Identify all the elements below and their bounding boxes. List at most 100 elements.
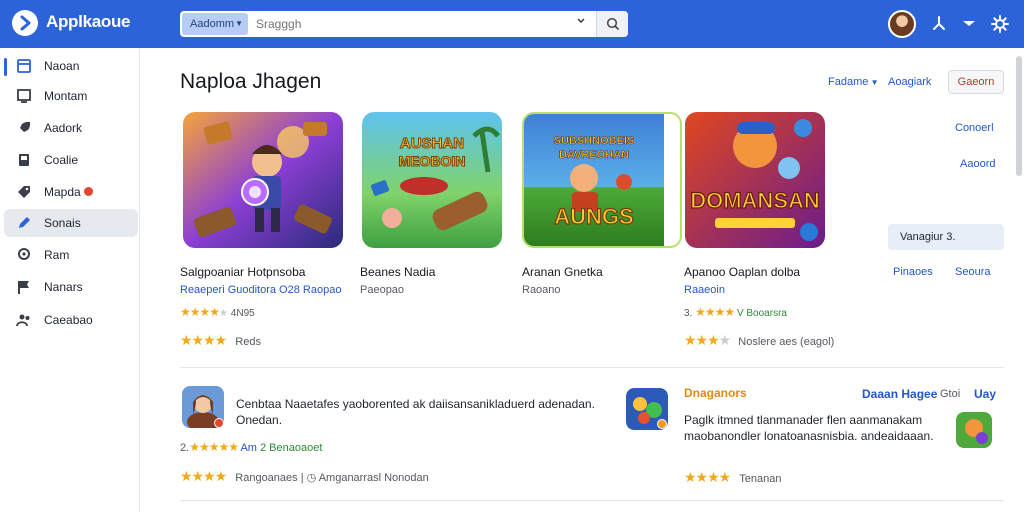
rating-value: 2 Benaoaoet (260, 442, 323, 454)
sidebar: Naoan Montam Aadork Coalie Mapda Sonais … (0, 48, 140, 512)
sidebar-item-label: Montam (44, 89, 88, 103)
store-icon (17, 59, 31, 73)
rating-label: Am (240, 442, 257, 454)
sidebar-item-coalie[interactable]: Coalie (4, 146, 138, 174)
app-name[interactable]: Applkaoue (46, 12, 131, 32)
sidebar-item-label: Coalie (44, 153, 79, 167)
chevron-down-icon: ▼ (235, 19, 243, 28)
side-link-seoura[interactable]: Seoura (955, 266, 990, 278)
app-title[interactable]: Salgpoaniar Hotpnsoba (180, 265, 305, 279)
sidebar-item-label: Aadork (44, 121, 83, 135)
search-icon (606, 17, 620, 31)
list-item-rating: 2.★★★★★ Am 2 Benaoaoet (180, 440, 322, 454)
app-developer[interactable]: Paeopao (360, 284, 404, 296)
top-app-bar: Applkaoue Aadomm ▼ (0, 0, 1024, 48)
version-box[interactable]: Vanagiur 3. (888, 224, 1004, 250)
thumbnail-logo-text: AUSHAN (400, 135, 464, 152)
rocket-icon (19, 121, 31, 133)
scrollbar[interactable] (1016, 56, 1022, 176)
svg-text:SUBSHNOBEIS: SUBSHNOBEIS (554, 135, 635, 147)
star-rating-icon: ★★★★ (180, 332, 227, 348)
rating-text: V Booarsra (736, 308, 787, 319)
svg-text:DAVREOHAN: DAVREOHAN (559, 149, 629, 161)
sidebar-item-naoan[interactable]: Naoan (4, 52, 138, 80)
app-developer[interactable]: Reaeperi Guoditora O28 Raopao (180, 284, 341, 296)
sidebar-item-aadork[interactable]: Aadork (4, 114, 138, 142)
sidebar-item-label: Naoan (44, 59, 80, 73)
app-meta: ★★★★ Noslere aes (eagol) (684, 332, 835, 348)
meta-text: Noslere aes (eagol) (738, 336, 835, 348)
side-link-aaoord[interactable]: Aaoord (960, 158, 995, 170)
sidebar-item-sonais[interactable]: Sonais (4, 209, 138, 237)
star-rating-icon: ★★★★ (684, 469, 731, 485)
sidebar-item-label: Sonais (44, 216, 81, 230)
meta-text: Reds (235, 336, 261, 348)
search-scope-label: Aadomm (190, 18, 235, 30)
sidebar-item-mapda[interactable]: Mapda (4, 178, 138, 206)
people-icon (16, 314, 30, 327)
star-rating-icon: ★★★★ (180, 305, 220, 319)
sidebar-item-label: Caeabao (44, 313, 93, 327)
flag-icon (18, 281, 29, 294)
star-rating-icon: ★★★★★ (189, 440, 239, 454)
app-thumbnail[interactable]: SUBSHNOBEIS DAVREOHAN AUNGS (522, 112, 682, 248)
sort-link[interactable]: Aoagiark (888, 76, 931, 88)
tag-icon (18, 186, 30, 198)
sidebar-item-ram[interactable]: Ram (4, 241, 138, 269)
sidebar-item-caeabao[interactable]: Caeabao (4, 306, 138, 334)
sidebar-item-label: Nanars (44, 280, 83, 294)
footer-text: Rangoanaes (235, 472, 298, 484)
clock-icon: ◷ (306, 472, 317, 484)
active-indicator (4, 58, 7, 76)
sidebar-item-label: Mapda (44, 185, 81, 199)
side-link-conoerl[interactable]: Conoerl (955, 122, 994, 134)
sidebar-item-montam[interactable]: Montam (4, 82, 138, 110)
notification-badge (657, 419, 667, 429)
chevron-down-icon: ▼ (868, 78, 879, 87)
filter-dropdown[interactable]: Fadame ▼ (828, 76, 879, 88)
app-rating: 3. ★★★★ V Booarsra (684, 305, 787, 319)
logo-icon[interactable] (12, 10, 38, 36)
list-item-footer: ★★★★ Rangoanaes | ◷ Amganarrasl Nonodan (180, 468, 429, 484)
list-item-thumbnail[interactable] (956, 412, 992, 448)
section-divider (180, 500, 1004, 501)
app-thumbnail[interactable]: DOMANSAN (685, 112, 825, 248)
list-item-link[interactable]: Daaan Hagee (862, 387, 937, 401)
thumbnail-logo-text: DOMANSAN (690, 188, 820, 213)
search-chevron-icon[interactable] (576, 16, 586, 29)
notification-badge (84, 187, 93, 196)
search-button[interactable] (596, 11, 628, 37)
app-meta: ★★★★ Reds (180, 332, 261, 349)
star-rating-icon: ★★★★ (180, 468, 227, 484)
list-item-description: Paglk itmned tlanmanader flen aanmanakam… (684, 413, 934, 443)
app-developer[interactable]: Raoano (522, 284, 561, 296)
rating-prefix: 3. (684, 308, 693, 319)
share-icon[interactable] (930, 14, 950, 34)
sidebar-item-label: Ram (44, 248, 70, 262)
search-scope-dropdown[interactable]: Aadomm ▼ (182, 13, 248, 35)
list-item-meta: Gtoi (940, 388, 961, 400)
search-bar: Aadomm ▼ (180, 11, 628, 37)
action-button[interactable]: Gaeorn (948, 70, 1004, 94)
app-title[interactable]: Aranan Gnetka (522, 265, 603, 279)
rating-prefix: 2. (180, 442, 190, 454)
app-developer[interactable]: Raaeoin (684, 284, 725, 296)
section-divider (180, 367, 1004, 368)
list-item-title[interactable]: Dnaganors (684, 386, 747, 400)
search-input[interactable] (256, 11, 566, 37)
app-title[interactable]: Beanes Nadia (360, 265, 435, 279)
sidebar-item-nanars[interactable]: Nanars (4, 273, 138, 301)
app-title[interactable]: Apanoo Oaplan dolba (684, 265, 800, 279)
list-item-action[interactable]: Uay (974, 387, 996, 401)
device-icon (19, 154, 29, 166)
star-rating-icon: ★★★ (684, 332, 720, 348)
monitor-icon (17, 89, 31, 103)
gear-icon[interactable] (990, 14, 1010, 34)
side-link-pinaoes[interactable]: Pinaoes (893, 266, 933, 278)
user-avatar[interactable] (888, 10, 916, 38)
list-item-footer: ★★★★ Tenanan (684, 469, 781, 486)
app-thumbnail[interactable]: AUSHAN MEOBOIN (362, 112, 522, 248)
app-thumbnail[interactable] (183, 112, 343, 248)
download-icon[interactable] (960, 14, 980, 34)
app-rating: ★★★★★ 4N95 (180, 305, 255, 319)
